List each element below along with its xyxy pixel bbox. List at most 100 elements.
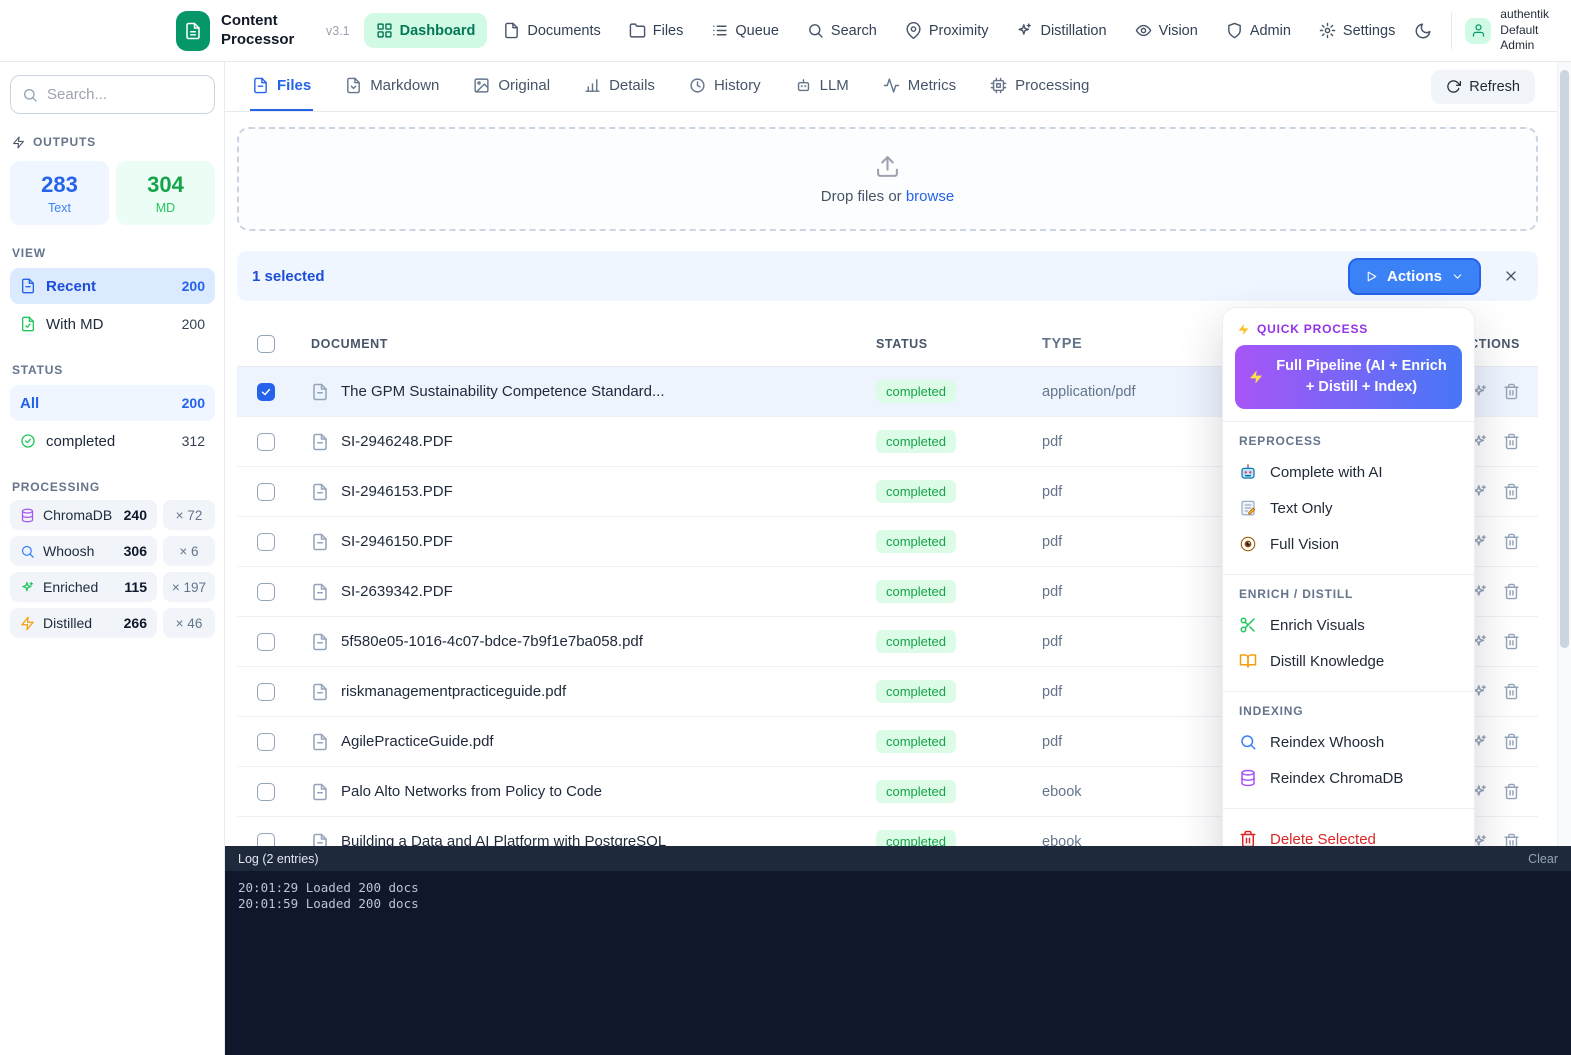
file-dropzone[interactable]: Drop files or browse (237, 127, 1538, 231)
tabs-bar: Files Markdown Original Details History (225, 62, 1571, 112)
tab-metrics[interactable]: Metrics (881, 62, 958, 111)
row-checkbox[interactable] (257, 532, 275, 551)
tab-processing[interactable]: Processing (988, 62, 1091, 111)
nav-search[interactable]: Search (795, 13, 889, 48)
dark-mode-toggle[interactable] (1408, 16, 1438, 46)
nav-proximity[interactable]: Proximity (893, 13, 1001, 48)
tab-history[interactable]: History (687, 62, 763, 111)
tab-original[interactable]: Original (471, 62, 552, 111)
document-icon (313, 533, 327, 550)
delete-icon[interactable] (1503, 483, 1520, 500)
menu-divider (1223, 574, 1474, 576)
actions-button[interactable]: Actions (1347, 257, 1481, 295)
tab-details[interactable]: Details (582, 62, 657, 111)
view-header: VIEW (12, 246, 46, 260)
processing-missing-distilled[interactable]: × 46 (163, 608, 215, 638)
row-checkbox[interactable] (257, 682, 275, 701)
row-checkbox[interactable] (257, 632, 275, 651)
status-item-completed[interactable]: completed 312 (10, 423, 215, 459)
status-list: All 200 completed 312 (10, 385, 215, 459)
close-icon (1506, 271, 1516, 281)
delete-icon[interactable] (1503, 783, 1520, 800)
menu-item-full-vision[interactable]: Full Vision (1235, 526, 1462, 562)
nav-documents[interactable]: Documents (491, 13, 612, 48)
full-pipeline-button[interactable]: Full Pipeline (AI + Enrich + Distill + I… (1235, 345, 1462, 410)
log-title: Log (2 entries) (238, 851, 319, 866)
processing-missing-chromadb[interactable]: × 72 (163, 500, 215, 530)
search-input[interactable] (47, 86, 203, 103)
nav-settings[interactable]: Settings (1307, 13, 1407, 48)
menu-item-distill-knowledge[interactable]: Distill Knowledge (1235, 643, 1462, 679)
document-icon (313, 383, 327, 400)
status-item-all[interactable]: All 200 (10, 385, 215, 421)
nav-admin[interactable]: Admin (1214, 13, 1303, 48)
delete-icon[interactable] (1503, 733, 1520, 750)
row-checkbox[interactable] (257, 482, 275, 501)
status-badge: completed (876, 430, 956, 453)
nav-files[interactable]: Files (617, 13, 696, 48)
tab-markdown[interactable]: Markdown (343, 62, 441, 111)
document-name: SI-2946153.PDF (341, 483, 453, 500)
tab-files[interactable]: Files (250, 62, 314, 111)
refresh-button[interactable]: Refresh (1431, 69, 1535, 104)
user-name: authentik Default Admin (1500, 7, 1549, 53)
delete-icon[interactable] (1503, 383, 1520, 400)
delete-icon[interactable] (1503, 533, 1520, 550)
eyeball-icon (1240, 536, 1256, 552)
zap-icon (21, 616, 34, 630)
md-output-card[interactable]: 304 MD (116, 161, 215, 225)
log-clear-button[interactable]: Clear (1528, 852, 1558, 866)
delete-icon[interactable] (1503, 633, 1520, 650)
delete-icon[interactable] (1503, 583, 1520, 600)
processing-filter-chromadb[interactable]: ChromaDB 240 (10, 500, 157, 530)
log-entry: 20:01:29 Loaded 200 docs (238, 880, 419, 895)
processing-filter-distilled[interactable]: Distilled 266 (10, 608, 157, 638)
row-checkbox[interactable] (257, 432, 275, 451)
delete-icon[interactable] (1503, 683, 1520, 700)
processing-row-whoosh: Whoosh 306 × 6 (10, 536, 215, 566)
menu-item-enrich-visuals[interactable]: Enrich Visuals (1235, 607, 1462, 643)
document-name: AgilePracticeGuide.pdf (341, 733, 494, 750)
quick-process-header: QUICK PROCESS (1237, 322, 1460, 336)
processing-missing-enriched[interactable]: × 197 (163, 572, 215, 602)
search-icon (21, 545, 34, 558)
row-checkbox[interactable] (257, 382, 275, 401)
processing-header: PROCESSING (12, 480, 101, 494)
nav-dashboard[interactable]: Dashboard (363, 13, 488, 48)
topbar-right: authentik Default Admin (1408, 7, 1549, 54)
row-checkbox[interactable] (257, 582, 275, 601)
nav-queue[interactable]: Queue (699, 13, 791, 48)
select-all-checkbox[interactable] (257, 334, 275, 353)
log-header: Log (2 entries) Clear (225, 846, 1571, 871)
menu-item-text-only[interactable]: Text Only (1235, 490, 1462, 526)
search-icon (1241, 735, 1256, 750)
menu-item-reindex-whoosh[interactable]: Reindex Whoosh (1235, 724, 1462, 760)
row-checkbox[interactable] (257, 732, 275, 751)
output-stats: 283 Text 304 MD (10, 161, 215, 225)
document-name: 5f580e05-1016-4c07-bdce-7b9f1e7ba058.pdf (341, 633, 643, 650)
upload-icon (877, 155, 898, 177)
processing-missing-whoosh[interactable]: × 6 (163, 536, 215, 566)
column-header-document: DOCUMENT (311, 336, 389, 351)
refresh-icon (1447, 80, 1462, 93)
menu-item-complete-with-ai[interactable]: Complete with AI (1235, 454, 1462, 490)
processing-filter-enriched[interactable]: Enriched 115 (10, 572, 157, 602)
browse-link[interactable]: browse (906, 188, 954, 205)
app-title: Content Processor (221, 11, 295, 48)
nav-distillation[interactable]: Distillation (1004, 13, 1118, 48)
text-output-card[interactable]: 283 Text (10, 161, 109, 225)
row-checkbox[interactable] (257, 782, 275, 801)
delete-icon[interactable] (1503, 433, 1520, 450)
clear-selection-button[interactable] (1499, 264, 1523, 288)
user-menu[interactable]: authentik Default Admin (1465, 7, 1549, 54)
scrollbar-thumb[interactable] (1559, 70, 1569, 648)
view-item-recent[interactable]: Recent 200 (10, 268, 215, 304)
nav-vision[interactable]: Vision (1123, 13, 1210, 48)
tab-llm[interactable]: LLM (793, 62, 851, 111)
status-badge: completed (876, 680, 956, 703)
database-icon (1241, 769, 1255, 787)
menu-item-reindex-chromadb[interactable]: Reindex ChromaDB (1235, 760, 1462, 796)
status-badge: completed (876, 530, 956, 553)
processing-filter-whoosh[interactable]: Whoosh 306 (10, 536, 157, 566)
view-item-with-md[interactable]: With MD 200 (10, 306, 215, 342)
